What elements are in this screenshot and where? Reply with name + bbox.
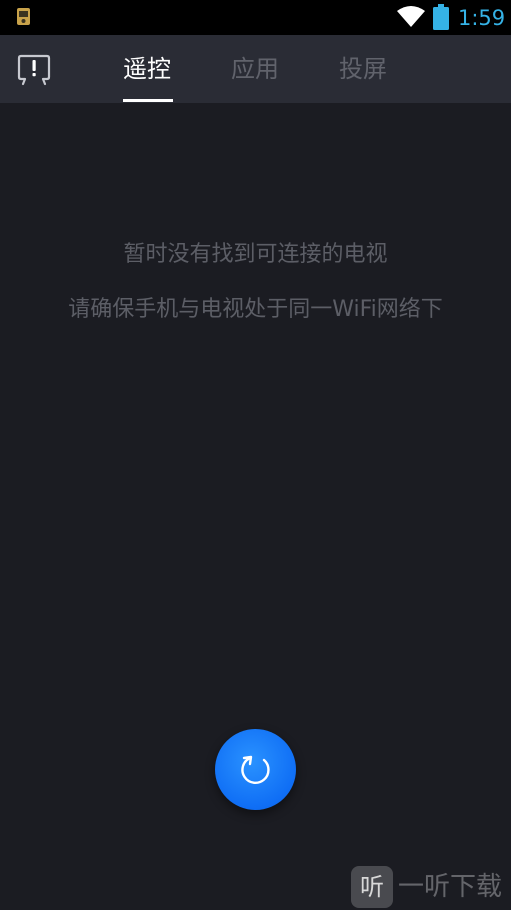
- top-nav: 遥控 应用 投屏: [0, 35, 511, 103]
- app-notification-icon: [17, 8, 30, 25]
- watermark-text: 一听下载: [398, 872, 503, 902]
- same-wifi-hint: 请确保手机与电视处于同一WiFi网络下: [68, 297, 443, 322]
- remote-screen: 1:59 遥控 应用 投屏 暂时没有找到可连接的电视 请确保手机与电视处于同一W…: [0, 0, 511, 910]
- status-time: 1:59: [458, 6, 506, 30]
- tab-cast[interactable]: 投屏: [339, 52, 387, 86]
- refresh-button[interactable]: [215, 729, 296, 810]
- tv-alert-icon[interactable]: [16, 53, 52, 87]
- tab-apps[interactable]: 应用: [231, 52, 279, 86]
- watermark-logo: 听: [351, 866, 393, 908]
- tab-remote[interactable]: 遥控: [123, 52, 171, 86]
- no-tv-found-message: 暂时没有找到可连接的电视: [123, 242, 388, 267]
- battery-icon: [433, 4, 449, 30]
- wifi-icon: [397, 6, 425, 27]
- active-tab-indicator: [123, 99, 173, 102]
- status-bar: 1:59: [0, 0, 511, 35]
- refresh-icon: [241, 755, 270, 784]
